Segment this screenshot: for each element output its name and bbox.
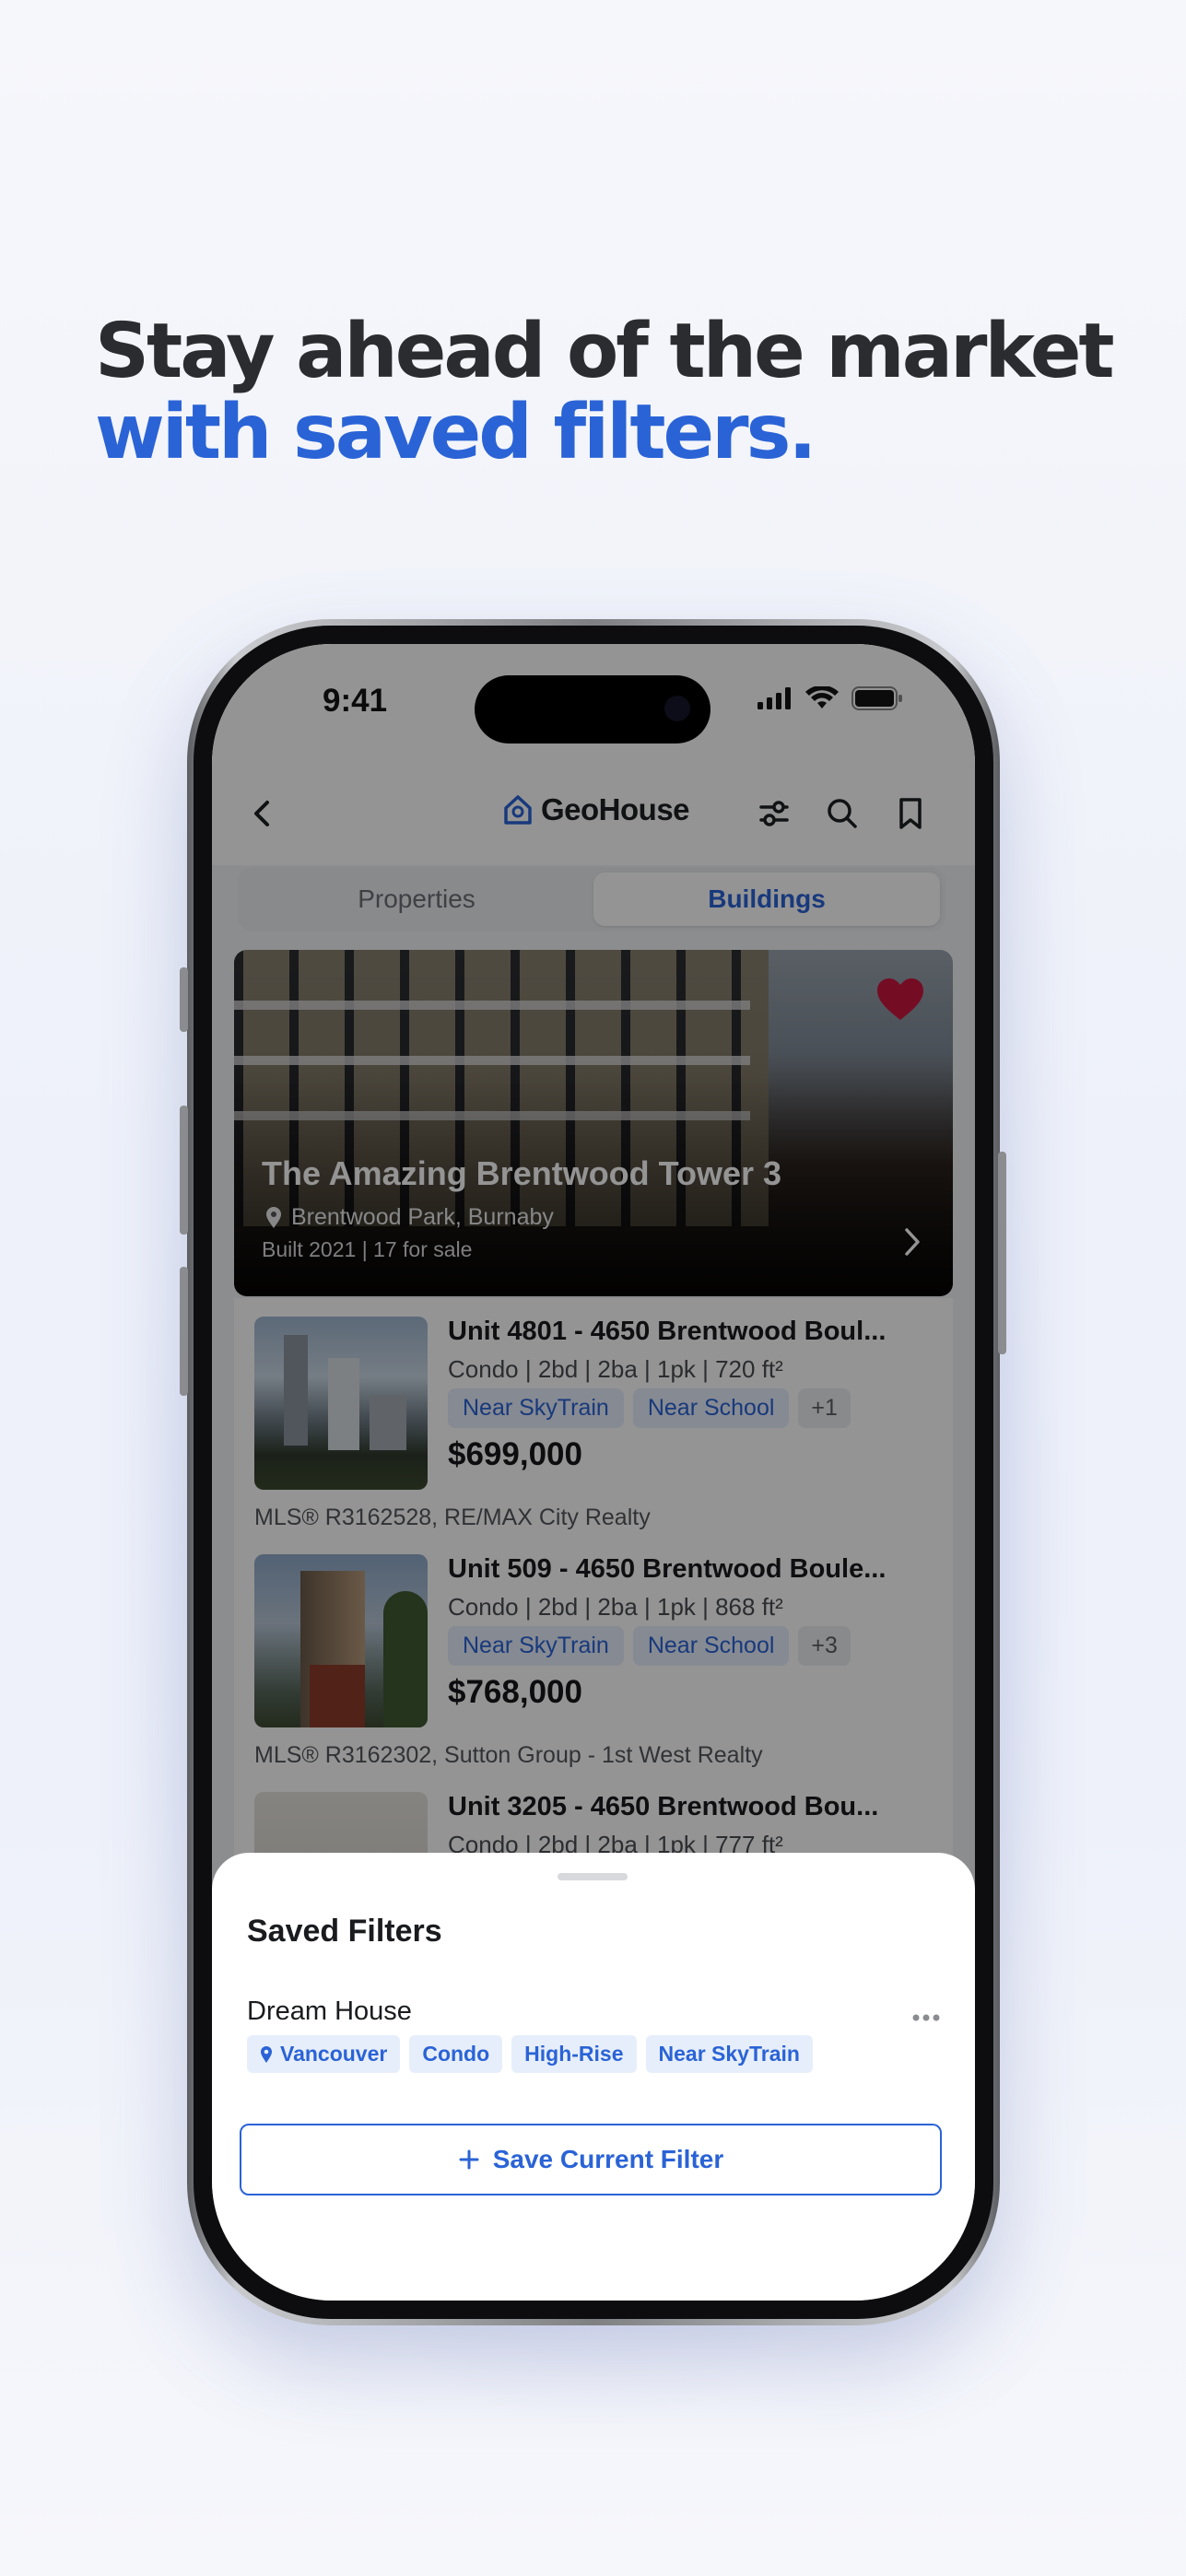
headline-line-2: with saved filters. <box>95 389 817 476</box>
marketing-headline: Stay ahead of the market with saved filt… <box>95 308 1115 476</box>
saved-filter-name[interactable]: Dream House <box>247 1996 412 2027</box>
headline-line-1: Stay ahead of the market <box>95 308 1115 395</box>
filter-chip: High-Rise <box>511 2035 637 2073</box>
phone-power-button <box>998 1152 1006 1354</box>
filter-chip: Condo <box>409 2035 503 2073</box>
sheet-title: Saved Filters <box>247 1914 442 1949</box>
ellipsis-icon[interactable] <box>912 2013 940 2022</box>
saved-filters-sheet: Saved Filters Dream House Vancouver Cond… <box>212 1853 975 2301</box>
phone-volume-down <box>180 1267 188 1396</box>
phone-screen: 9:41 GeoHouse Properties Buildings The A… <box>212 644 975 2301</box>
filter-chip: Near SkyTrain <box>645 2035 813 2073</box>
phone-volume-up <box>180 1106 188 1235</box>
filter-chip-label: Vancouver <box>280 2042 388 2066</box>
save-button-label: Save Current Filter <box>492 2145 724 2173</box>
phone-action-button <box>180 967 188 1032</box>
plus-icon <box>459 2149 479 2170</box>
filter-chip-location: Vancouver <box>247 2035 401 2073</box>
sheet-grabber[interactable] <box>558 1873 628 1880</box>
saved-filter-chips: Vancouver Condo High-Rise Near SkyTrain <box>247 2035 813 2073</box>
save-current-filter-button[interactable]: Save Current Filter <box>240 2124 942 2195</box>
map-pin-icon <box>261 2045 272 2063</box>
